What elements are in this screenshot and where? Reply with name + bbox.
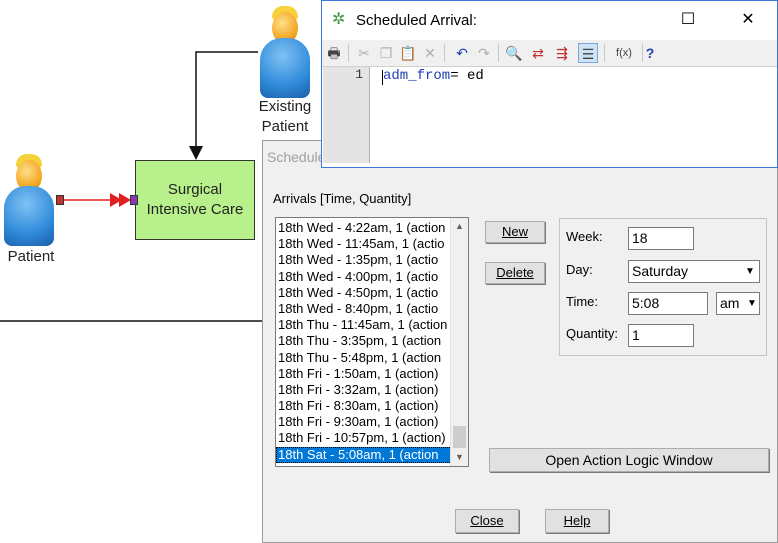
time-field[interactable]: 5:08 <box>628 292 708 315</box>
list-item[interactable]: 18th Wed - 11:45am, 1 (actio <box>276 236 452 252</box>
close-icon[interactable]: ✕ <box>728 7 768 33</box>
arrival-details-panel: Week: 18 Day: Saturday ▼ Time: 5:08 am ▼… <box>559 218 767 356</box>
week-label: Week: <box>566 229 603 244</box>
body-shape <box>260 38 310 98</box>
list-item[interactable]: 18th Fri - 9:30am, 1 (action) <box>276 414 452 430</box>
chevron-down-icon[interactable]: ▼ <box>745 293 759 314</box>
cut-icon[interactable]: ✂ <box>354 43 374 63</box>
existing-patient-icon[interactable] <box>260 6 310 98</box>
sic-label: Surgical Intensive Care <box>147 180 244 220</box>
sic-label-line1: Surgical <box>167 181 223 198</box>
connector-arrowhead <box>189 146 203 160</box>
day-select[interactable]: Saturday ▼ <box>628 260 760 283</box>
quantity-label: Quantity: <box>566 326 619 341</box>
quantity-field[interactable]: 1 <box>628 324 694 347</box>
toolbar-separator <box>604 44 605 62</box>
scroll-down-icon[interactable]: ▼ <box>451 449 468 466</box>
body-shape <box>4 186 54 246</box>
sic-input-port[interactable] <box>130 195 138 205</box>
list-item[interactable]: 18th Thu - 5:48pm, 1 (action <box>276 350 452 366</box>
patient-output-port[interactable] <box>56 195 64 205</box>
code-editor[interactable]: adm_from= ed <box>383 68 484 84</box>
day-select-value: Saturday <box>632 263 689 279</box>
delete-icon[interactable]: ✕ <box>420 43 440 63</box>
scroll-up-icon[interactable]: ▲ <box>451 218 468 235</box>
arrivals-listbox[interactable]: 18th Wed - 4:22am, 1 (action 18th Wed - 1… <box>275 217 469 467</box>
week-field[interactable]: 18 <box>628 227 694 250</box>
delete-button[interactable]: Delete <box>485 262 545 284</box>
toolbar-separator <box>444 44 445 62</box>
close-button-label: Close <box>470 513 504 528</box>
existing-patient-label: Existing Patient <box>250 97 320 137</box>
find-replace-icon[interactable]: ⇄ <box>528 43 548 63</box>
redo-icon[interactable]: ↷ <box>474 43 494 63</box>
goto-icon[interactable]: ⇶ <box>552 43 572 63</box>
list-item[interactable]: 18th Wed - 4:50pm, 1 (actio <box>276 285 452 301</box>
list-item[interactable]: 18th Wed - 8:40pm, 1 (actio <box>276 301 452 317</box>
chevron-down-icon[interactable]: ▼ <box>741 261 759 282</box>
list-item[interactable]: 18th Fri - 10:57pm, 1 (action) <box>276 430 452 446</box>
function-icon[interactable]: f(x) <box>610 43 638 63</box>
toolbar-separator <box>348 44 349 62</box>
help-button-label: Help <box>563 513 591 528</box>
list-item[interactable]: 18th Wed - 4:00pm, 1 (actio <box>276 269 452 285</box>
toolbar-separator <box>498 44 499 62</box>
surgical-intensive-care-node[interactable]: Surgical Intensive Care <box>135 160 255 240</box>
new-button-label: New <box>501 224 528 239</box>
list-item[interactable]: 18th Fri - 8:30am, 1 (action) <box>276 398 452 414</box>
list-item[interactable]: 18th Wed - 1:35pm, 1 (actio <box>276 252 452 268</box>
scheduled-arrival-editor: ✲ Scheduled Arrival: ☐ ✕ 🖶 ✂ ❐ 📋 ✕ ↶ ↷ 🔍… <box>321 0 778 168</box>
open-action-logic-button[interactable]: Open Action Logic Window <box>489 448 769 472</box>
editor-toolbar: 🖶 ✂ ❐ 📋 ✕ ↶ ↷ 🔍 ⇄ ⇶ ☰ f(x) ? <box>322 40 777 67</box>
line-number: 1 <box>355 67 363 82</box>
existing-label-line2: Patient <box>261 118 309 135</box>
sic-label-line2: Intensive Care <box>146 201 244 218</box>
list-item[interactable]: 18th Sat - 5:08am, 1 (action <box>276 446 452 463</box>
help-button[interactable]: Help <box>545 509 609 533</box>
copy-icon[interactable]: ❐ <box>376 43 396 63</box>
patient-icon[interactable] <box>4 154 54 246</box>
maximize-icon[interactable]: ☐ <box>668 7 708 33</box>
ampm-select-value: am <box>720 295 740 311</box>
line-number-gutter: 1 <box>323 67 370 163</box>
list-item[interactable]: 18th Thu - 3:35pm, 1 (action <box>276 333 452 349</box>
scroll-thumb[interactable] <box>453 426 466 448</box>
delete-button-label: Delete <box>496 265 534 280</box>
ampm-select[interactable]: am ▼ <box>716 292 760 315</box>
patient-label: Patient <box>7 248 55 265</box>
list-item[interactable]: 18th Fri - 1:50am, 1 (action) <box>276 366 452 382</box>
help-icon[interactable]: ? <box>640 43 660 63</box>
scheduled-arrivals-dialog: Schedule Arrivals [Time, Quantity] 18th … <box>262 140 778 543</box>
new-button[interactable]: New <box>485 221 545 243</box>
app-logo-icon: ✲ <box>332 11 346 28</box>
list-item[interactable]: 18th Thu - 11:45am, 1 (action <box>276 317 452 333</box>
arrivals-label: Arrivals [Time, Quantity] <box>273 191 412 206</box>
dialog-title: Schedule <box>267 149 326 165</box>
editor-title: Scheduled Arrival: <box>356 12 477 29</box>
time-label: Time: <box>566 294 599 309</box>
code-variable: adm_from <box>383 68 451 84</box>
existing-label-line1: Existing <box>258 98 312 115</box>
undo-icon[interactable]: ↶ <box>452 43 472 63</box>
arrivals-list: 18th Wed - 4:22am, 1 (action 18th Wed - 1… <box>276 220 452 463</box>
print-icon[interactable]: 🖶 <box>324 43 344 63</box>
find-icon[interactable]: 🔍 <box>504 43 524 63</box>
arrivals-scrollbar[interactable]: ▲ ▼ <box>450 218 468 466</box>
close-button[interactable]: Close <box>455 509 519 533</box>
editor-titlebar[interactable]: ✲ Scheduled Arrival: ☐ ✕ <box>322 1 777 39</box>
day-label: Day: <box>566 262 593 277</box>
code-expression: = ed <box>450 68 484 84</box>
list-item[interactable]: 18th Fri - 3:32am, 1 (action) <box>276 382 452 398</box>
format-icon[interactable]: ☰ <box>578 43 598 63</box>
paste-icon[interactable]: 📋 <box>398 43 418 63</box>
list-item[interactable]: 18th Wed - 4:22am, 1 (action <box>276 220 452 236</box>
existing-patient-connector <box>195 51 258 150</box>
